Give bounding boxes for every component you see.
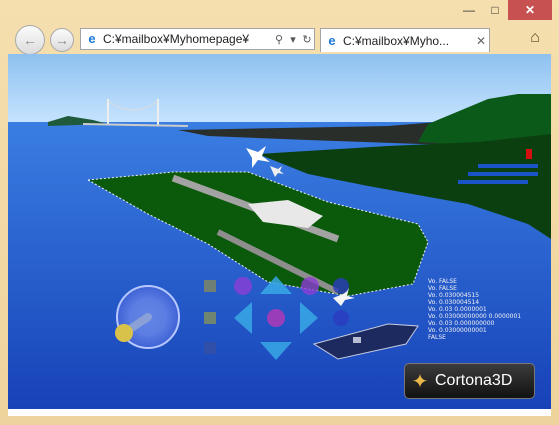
address-text[interactable]: C:¥mailbox¥Myhomepage¥ [103,32,272,46]
hud-line: Vo. FALSE [428,278,457,285]
home-button[interactable]: ⌂ [524,29,546,49]
tab-title: C:¥mailbox¥Myho... [343,33,450,48]
nav-dot-button[interactable] [333,278,349,294]
close-icon[interactable]: ✕ [473,34,489,48]
tab-current[interactable]: e C:¥mailbox¥Myho... ✕ [320,28,490,52]
home-icon: ⌂ [530,29,540,46]
nav-dot-button[interactable] [301,277,319,295]
status-strip [8,409,551,416]
navigation-joystick[interactable] [115,285,180,349]
logo-text: Cortona3D [435,372,513,389]
hud-line: Vo. 0.030004515 [428,292,480,299]
scene-canvas[interactable] [8,54,551,409]
joystick-knob[interactable] [115,324,133,342]
carrier-tower [353,337,361,343]
hud-line: Vo. 0.03 0.0000001 [428,306,487,313]
hud-line: Vo. 0.03000000001 [428,327,487,334]
hud-line: FALSE [428,334,446,341]
hud-readout: Vo. FALSE Vo. FALSE Vo. 0.030004515 Vo. … [428,278,521,341]
hud-line: Vo. 0.030004514 [428,299,480,306]
forward-arrow-icon: → [55,32,69,48]
close-window-button[interactable]: ✕ [508,0,552,20]
forward-button[interactable]: → [50,28,74,52]
hud-line: Vo. FALSE [428,285,457,292]
chevron-down-icon[interactable]: ▾ [286,33,300,46]
hud-line: Vo. 0.03000000000 0.0000001 [428,313,522,320]
nav-dot-button[interactable] [267,309,285,327]
cortona-star-icon: ✦ [411,370,429,393]
nav-square-button[interactable] [204,312,216,324]
nav-square-button[interactable] [204,280,216,292]
search-icon[interactable]: ⚲ [272,33,286,46]
maximize-button[interactable]: □ [483,0,507,20]
marker [526,149,532,159]
nav-dot-button[interactable] [333,310,349,326]
internet-explorer-icon: e [88,31,96,46]
minimize-button[interactable]: — [457,0,481,20]
nav-dot-button[interactable] [234,277,252,295]
back-button[interactable]: ← [15,25,45,55]
vrml-viewport[interactable]: Vo. FALSE Vo. FALSE Vo. 0.030004515 Vo. … [8,54,551,409]
back-arrow-icon: ← [23,32,37,48]
refresh-icon[interactable]: ↻ [300,33,314,46]
address-bar[interactable]: e C:¥mailbox¥Myhomepage¥ ⚲ ▾ ↻ [80,28,315,50]
cortona3d-logo[interactable]: ✦ Cortona3D [404,363,535,399]
hud-line: Vo. 0.03 0.000000000 [428,320,495,327]
internet-explorer-icon: e [328,32,336,48]
nav-square-button[interactable] [204,342,216,354]
